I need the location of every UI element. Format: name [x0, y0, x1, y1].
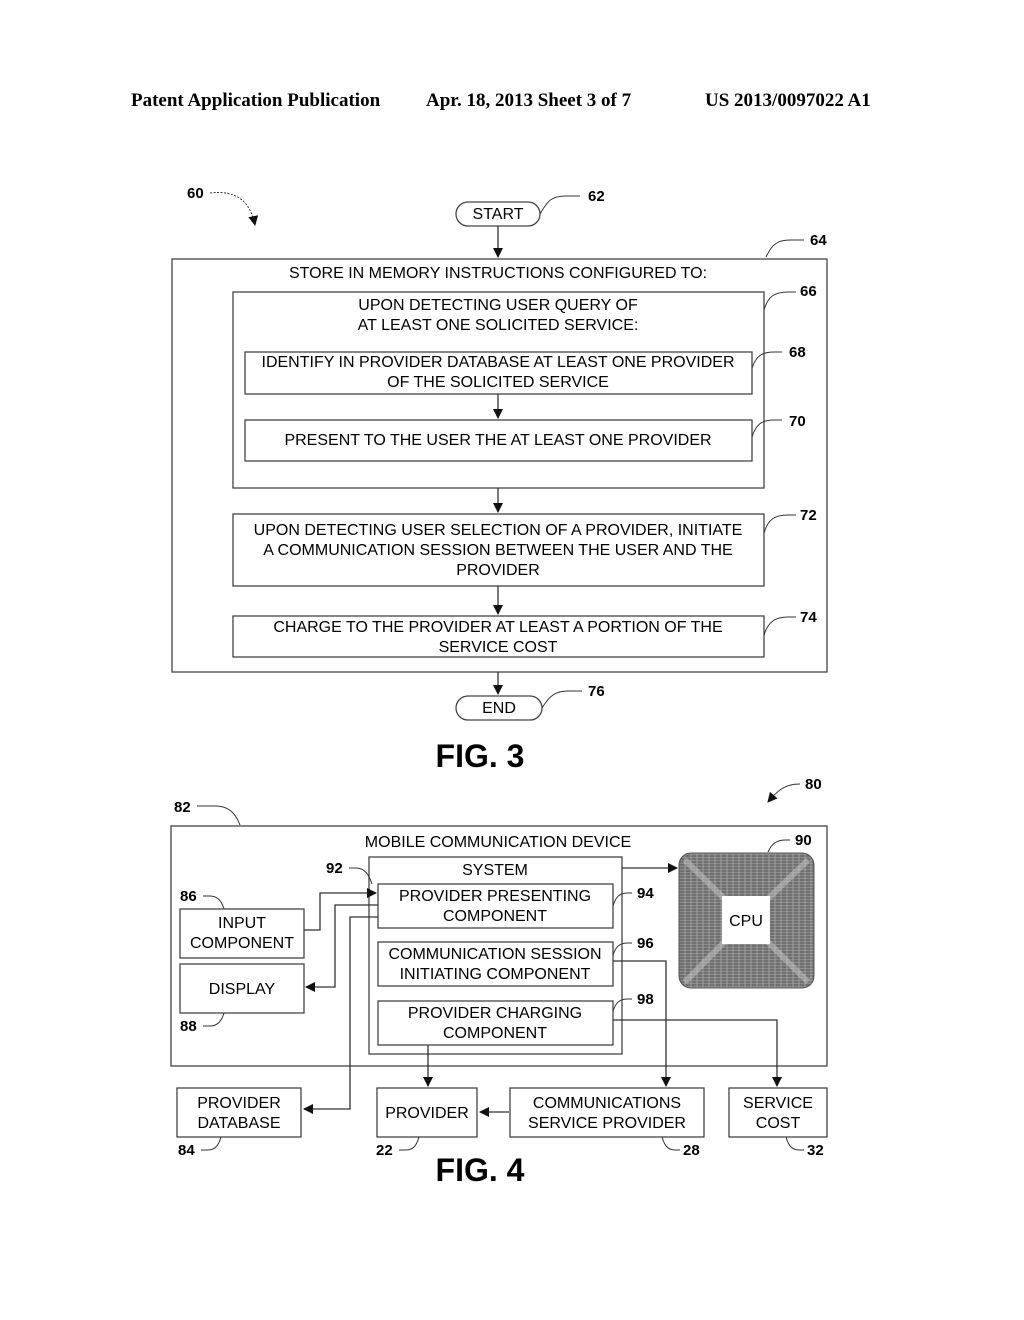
ref-90-leader — [767, 839, 790, 853]
session-line-2: INITIATING COMPONENT — [400, 966, 591, 983]
fig3-caption: FIG. 3 — [436, 738, 525, 774]
arrow-session-to-csp — [613, 960, 671, 1087]
fig4-caption: FIG. 4 — [436, 1152, 525, 1188]
ref-86-leader — [203, 895, 225, 910]
ref-62-leader — [539, 195, 580, 215]
charging-line-1: PROVIDER CHARGING — [408, 1005, 582, 1022]
ref-82-leader — [197, 805, 241, 826]
ref-60: 60 — [187, 185, 204, 202]
initiate-line-1: UPON DETECTING USER SELECTION OF A PROVI… — [254, 522, 743, 539]
ref-86: 86 — [180, 888, 197, 905]
fig4: 80 82 MOBILE COMMUNICATION DEVICE SYSTEM… — [170, 776, 828, 1188]
ref-66-leader — [763, 291, 796, 311]
provider-db-line-1: PROVIDER — [197, 1095, 281, 1112]
ref-32-leader — [785, 1136, 804, 1151]
ref-84: 84 — [178, 1142, 195, 1159]
session-line-1: COMMUNICATION SESSION — [388, 946, 601, 963]
csp-line-1: COMMUNICATIONS — [533, 1095, 681, 1112]
ref-22: 22 — [376, 1142, 393, 1159]
cpu-label: CPU — [729, 913, 763, 930]
ref-28: 28 — [683, 1142, 700, 1159]
query-line-2: AT LEAST ONE SOLICITED SERVICE: — [358, 317, 639, 334]
ref-70-leader — [751, 419, 782, 438]
input-line-2: COMPONENT — [190, 935, 294, 952]
ref-82: 82 — [174, 799, 191, 816]
ref-60-arrow — [209, 191, 259, 226]
ref-62: 62 — [588, 188, 605, 205]
charge-line-1: CHARGE TO THE PROVIDER AT LEAST A PORTIO… — [273, 619, 722, 636]
presenting-line-2: COMPONENT — [443, 908, 547, 925]
start-label: START — [473, 206, 524, 223]
ref-68: 68 — [789, 344, 806, 361]
fig3: 60 START 62 STORE IN MEMORY INSTRUCTIONS… — [171, 185, 828, 774]
identify-line-1: IDENTIFY IN PROVIDER DATABASE AT LEAST O… — [262, 354, 735, 371]
device-title: MOBILE COMMUNICATION DEVICE — [365, 834, 631, 851]
ref-22-leader — [399, 1136, 420, 1151]
charging-line-2: COMPONENT — [443, 1025, 547, 1042]
ref-84-leader — [201, 1136, 222, 1151]
ref-64: 64 — [810, 232, 827, 249]
initiate-line-3: PROVIDER — [456, 562, 540, 579]
present-line-1: PRESENT TO THE USER THE AT LEAST ONE PRO… — [284, 432, 711, 449]
ref-76: 76 — [588, 683, 605, 700]
ref-72-leader — [763, 514, 796, 534]
ref-88-leader — [203, 1012, 225, 1027]
ref-94: 94 — [637, 885, 654, 902]
outer-title: STORE IN MEMORY INSTRUCTIONS CONFIGURED … — [289, 265, 707, 282]
ref-68-leader — [751, 351, 782, 369]
ref-90: 90 — [795, 832, 812, 849]
ref-96: 96 — [637, 935, 654, 952]
arrow-presenting-to-database — [303, 916, 378, 1114]
ref-98: 98 — [637, 991, 654, 1008]
charge-line-2: SERVICE COST — [439, 639, 558, 656]
ref-80-arrow — [767, 783, 801, 803]
ref-72: 72 — [800, 507, 817, 524]
display-label: DISPLAY — [209, 981, 276, 998]
arrow-charging-to-service-cost — [613, 1019, 782, 1087]
provider-db-line-2: DATABASE — [198, 1115, 281, 1132]
patent-drawing: 60 START 62 STORE IN MEMORY INSTRUCTIONS… — [170, 185, 828, 1188]
end-label: END — [482, 700, 516, 717]
presenting-line-1: PROVIDER PRESENTING — [399, 888, 591, 905]
ref-88: 88 — [180, 1018, 197, 1035]
service-cost-line-2: COST — [756, 1115, 801, 1132]
ref-74-leader — [763, 616, 796, 636]
ref-70: 70 — [789, 413, 806, 430]
ref-28-leader — [661, 1136, 680, 1151]
provider-label: PROVIDER — [385, 1105, 469, 1122]
ref-76-leader — [541, 690, 582, 709]
ref-80: 80 — [805, 776, 822, 793]
query-line-1: UPON DETECTING USER QUERY OF — [358, 297, 638, 314]
system-title: SYSTEM — [462, 862, 528, 879]
ref-66: 66 — [800, 283, 817, 300]
input-line-1: INPUT — [218, 915, 266, 932]
arrow-input-to-presenting — [304, 888, 377, 931]
csp-line-2: SERVICE PROVIDER — [528, 1115, 686, 1132]
ref-74: 74 — [800, 609, 817, 626]
ref-64-leader — [765, 239, 804, 258]
service-cost-line-1: SERVICE — [743, 1095, 813, 1112]
initiate-line-2: A COMMUNICATION SESSION BETWEEN THE USER… — [263, 542, 732, 559]
ref-32: 32 — [807, 1142, 824, 1159]
identify-line-2: OF THE SOLICITED SERVICE — [387, 374, 609, 391]
ref-92: 92 — [326, 860, 343, 877]
